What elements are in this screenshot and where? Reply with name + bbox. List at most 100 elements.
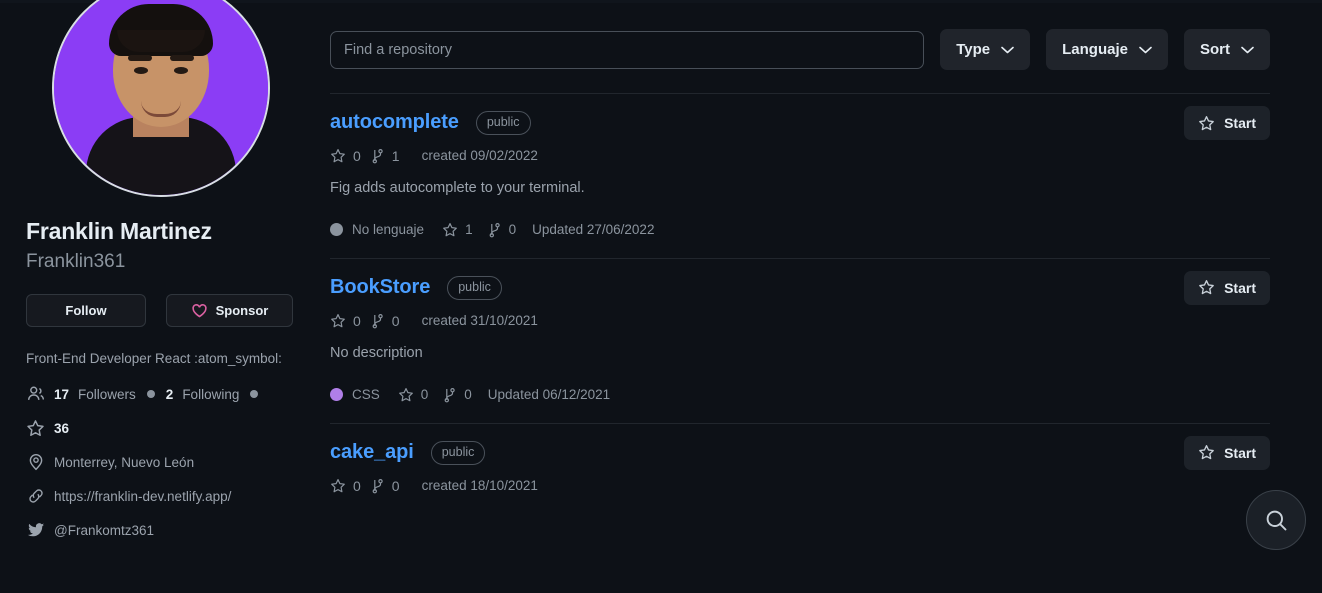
type-filter-label: Type: [956, 41, 991, 58]
following-count: 2: [165, 386, 174, 402]
sponsor-button[interactable]: Sponsor: [166, 294, 293, 327]
repo-footer-meta: CSS 0 0 Updated 06/12/2021: [330, 387, 1270, 403]
link-icon: [26, 487, 45, 506]
repo-counts: 0 0 created 18/10/2021: [330, 478, 1270, 494]
repo-counts: 0 0 created 31/10/2021: [330, 313, 1270, 329]
repo-footer-stars: 1: [442, 222, 473, 238]
star-icon: [26, 419, 45, 438]
language-filter-dropdown[interactable]: Languaje: [1046, 29, 1168, 70]
repo-header: autocomplete public: [330, 111, 1270, 135]
language-filter-label: Languaje: [1062, 41, 1128, 58]
following-label: Following: [182, 386, 240, 402]
repo-filter-bar: Type Languaje Sort: [330, 0, 1270, 70]
followers-count: 17: [54, 386, 70, 402]
fork-icon: [369, 148, 385, 164]
visibility-badge: public: [475, 111, 531, 135]
repo-star-count: 0: [353, 477, 361, 494]
repo-footer-fork-count: 0: [508, 222, 517, 238]
repo-created-date: created 09/02/2022: [421, 148, 538, 164]
repository-list: autocomplete public 0 1 created 09/02/20…: [330, 93, 1270, 514]
profile-bio: Front-End Developer React :atom_symbol:: [26, 351, 282, 366]
star-icon: [1198, 444, 1215, 461]
repo-counts: 0 1 created 09/02/2022: [330, 148, 1270, 164]
star-icon: [330, 478, 346, 494]
separator-dot: [146, 390, 155, 399]
sort-filter-label: Sort: [1200, 41, 1230, 58]
repo-star-count: 0: [353, 312, 361, 329]
heart-icon: [191, 303, 208, 319]
star-icon: [398, 387, 414, 403]
twitter-handle[interactable]: @Frankomtz361: [54, 523, 154, 538]
star-repo-button[interactable]: Start: [1184, 435, 1270, 470]
avatar-photo: [54, 0, 268, 195]
location-pin-icon: [26, 453, 45, 472]
search-input[interactable]: [330, 30, 925, 69]
sort-filter-dropdown[interactable]: Sort: [1184, 29, 1270, 70]
language-color-dot: [330, 223, 343, 237]
type-filter-dropdown[interactable]: Type: [940, 29, 1031, 70]
twitter-icon: [26, 521, 45, 540]
stars-count: 36: [54, 420, 70, 436]
fork-icon: [441, 387, 457, 403]
location-text: Monterrey, Nuevo León: [54, 454, 195, 470]
repo-description: No description: [330, 344, 423, 361]
repo-name-link[interactable]: BookStore: [330, 276, 430, 299]
star-icon: [1198, 115, 1215, 132]
followers-row[interactable]: 17 Followers 2 Following: [26, 385, 304, 404]
repo-forks: 0: [369, 478, 400, 494]
repo-created-date: created 31/10/2021: [421, 313, 538, 329]
repo-forks: 1: [369, 148, 400, 164]
website-link[interactable]: https://franklin-dev.netlify.app/: [54, 489, 231, 504]
repo-footer-meta: No lenguaje 1 0 Updated 27/06/2022: [330, 222, 1270, 238]
twitter-row[interactable]: @Frankomtz361: [26, 521, 304, 540]
separator-dot: [250, 390, 259, 399]
people-icon: [26, 385, 45, 404]
website-row[interactable]: https://franklin-dev.netlify.app/: [26, 487, 304, 506]
profile-meta-list: 17 Followers 2 Following 36 Monterrey, N…: [26, 385, 304, 540]
profile-name: Franklin Martinez: [26, 218, 212, 244]
location-row: Monterrey, Nuevo León: [26, 453, 304, 472]
repository-item: cake_api public 0 0 created 18/10/2021 S…: [330, 422, 1270, 514]
avatar[interactable]: [52, 0, 270, 197]
repo-description: Fig adds autocomplete to your terminal.: [330, 179, 585, 196]
repo-stars: 0: [330, 478, 361, 494]
followers-label: Followers: [78, 386, 136, 402]
repo-updated-date: Updated 06/12/2021: [487, 387, 611, 403]
sponsor-label: Sponsor: [215, 303, 269, 318]
repo-header: BookStore public: [330, 275, 1270, 300]
fork-icon: [369, 313, 385, 329]
search-icon: [1263, 507, 1290, 534]
repo-footer-star-count: 0: [420, 387, 429, 403]
star-repo-button[interactable]: Start: [1184, 106, 1270, 140]
repository-item: BookStore public 0 0 created 31/10/2021 …: [330, 257, 1270, 423]
repo-created-date: created 18/10/2021: [421, 478, 538, 494]
star-repo-label: Start: [1224, 279, 1256, 296]
visibility-badge: public: [447, 275, 502, 300]
chevron-down-icon: [1001, 46, 1014, 54]
star-repo-button[interactable]: Start: [1184, 270, 1270, 305]
repo-fork-count: 0: [391, 477, 400, 494]
repository-item: autocomplete public 0 1 created 09/02/20…: [330, 93, 1270, 258]
floating-search-button[interactable]: [1246, 490, 1306, 550]
visibility-badge: public: [430, 440, 486, 465]
repo-forks: 0: [369, 313, 400, 329]
repositories-panel: Type Languaje Sort: [330, 0, 1322, 593]
repo-name-link[interactable]: autocomplete: [330, 111, 459, 134]
repo-footer-forks: 0: [441, 387, 472, 403]
language-color-dot: [330, 388, 343, 402]
repo-fork-count: 1: [391, 147, 400, 164]
repo-star-count: 0: [353, 147, 361, 164]
repo-footer-star-count: 1: [465, 222, 473, 238]
repo-footer-fork-count: 0: [464, 387, 472, 403]
star-icon: [442, 222, 458, 238]
profile-page: Franklin Martinez Franklin361 Follow Spo…: [0, 0, 1322, 593]
repo-name-link[interactable]: cake_api: [330, 441, 414, 464]
fork-icon: [369, 478, 385, 494]
repo-stars: 0: [330, 313, 361, 329]
profile-login: Franklin361: [26, 251, 126, 272]
repo-stars: 0: [330, 148, 361, 164]
stars-row[interactable]: 36: [26, 419, 304, 438]
follow-button[interactable]: Follow: [26, 294, 146, 327]
star-icon: [1198, 279, 1215, 296]
follow-label: Follow: [65, 303, 107, 318]
